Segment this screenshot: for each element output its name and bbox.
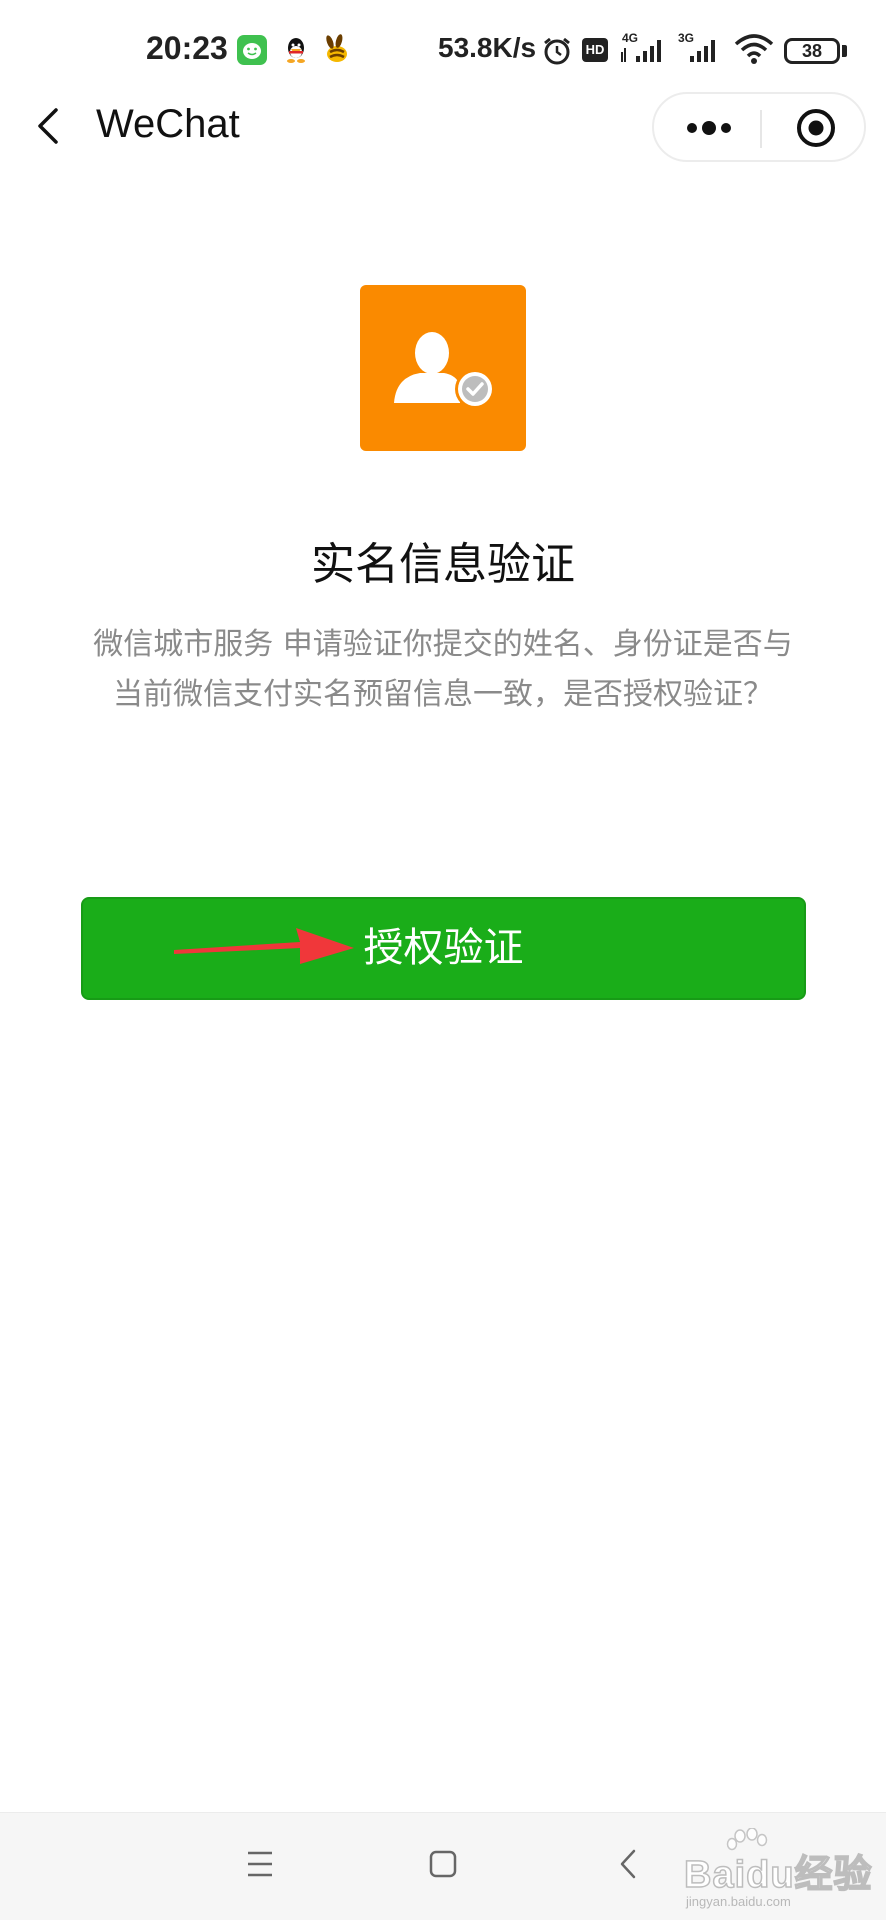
watermark-subtext: jingyan.baidu.com bbox=[686, 1894, 791, 1909]
signal-4g-label: 4G bbox=[622, 31, 638, 45]
watermark-text: Baidu经验 bbox=[683, 1853, 873, 1897]
status-bar: 20:23 53.8K/s HD 4G 3G 38 bbox=[0, 0, 886, 96]
menu-lines-icon[interactable] bbox=[246, 1847, 274, 1881]
mini-program-capsule bbox=[652, 92, 866, 162]
wifi-icon bbox=[734, 34, 774, 64]
page-title: 实名信息验证 bbox=[311, 539, 575, 590]
home-square-icon[interactable] bbox=[428, 1847, 458, 1881]
back-triangle-icon[interactable] bbox=[616, 1847, 640, 1881]
wechat-app-icon bbox=[237, 35, 267, 65]
red-arrow-annotation bbox=[174, 928, 354, 964]
verified-user-icon bbox=[360, 285, 526, 451]
hd-icon: HD bbox=[582, 38, 608, 62]
bee-app-icon bbox=[326, 34, 347, 62]
qq-icon bbox=[287, 38, 305, 63]
nav-title: WeChat bbox=[96, 102, 240, 146]
target-circle-icon[interactable] bbox=[784, 104, 848, 152]
more-dots-icon[interactable] bbox=[674, 104, 744, 152]
signal-3g-icon: 3G bbox=[678, 31, 715, 62]
signal-3g-label: 3G bbox=[678, 31, 694, 45]
battery-indicator: 38 bbox=[784, 38, 840, 64]
signal-4g-icon: 4G bbox=[621, 31, 661, 62]
status-time: 20:23 bbox=[146, 30, 228, 66]
capsule-divider bbox=[760, 110, 762, 148]
chevron-left-icon[interactable] bbox=[28, 104, 72, 148]
battery-tip bbox=[842, 45, 847, 57]
network-speed: 53.8K/s bbox=[438, 32, 537, 63]
alarm-icon bbox=[544, 37, 570, 65]
page: 20:23 53.8K/s HD 4G 3G 38 WeChat 实名信息验证 … bbox=[0, 0, 886, 1920]
authorization-description: 微信城市服务 申请验证你提交的姓名、身份证是否与当前微信支付实名预留信息一致，是… bbox=[93, 627, 793, 712]
nav-bar: WeChat bbox=[0, 92, 886, 218]
